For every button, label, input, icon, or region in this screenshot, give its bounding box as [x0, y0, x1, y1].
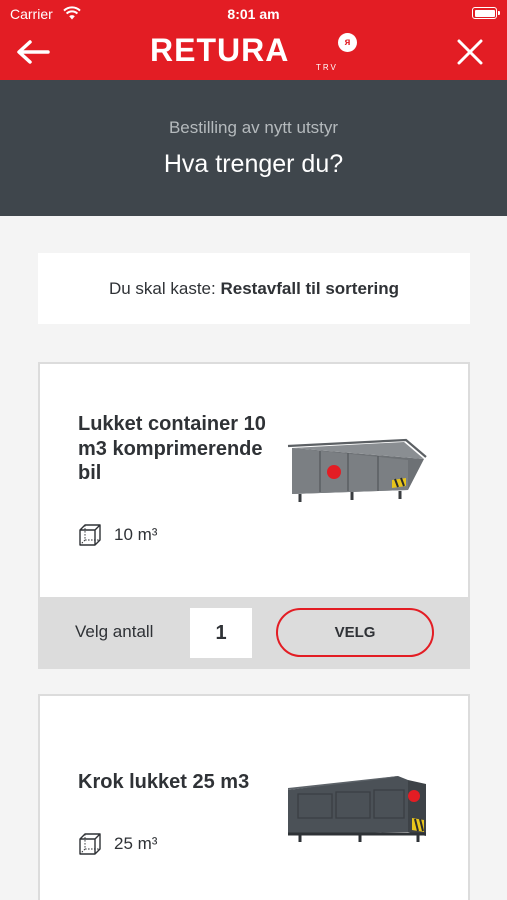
- page-subtitle: Bestilling av nytt utstyr: [168, 118, 339, 137]
- product-card: Lukket container 10 m3 komprimerende bil…: [38, 362, 470, 669]
- product-card: Krok lukket 25 m3 25 m³: [38, 694, 470, 900]
- back-button[interactable]: [14, 36, 52, 68]
- quantity-input[interactable]: [190, 608, 252, 658]
- waste-type-box: Du skal kaste: Restavfall til sortering: [38, 253, 470, 324]
- cube-icon: [79, 524, 101, 546]
- waste-type-label: Du skal kaste:: [108, 279, 216, 298]
- close-button[interactable]: [452, 34, 488, 70]
- waste-type-value: Restavfall til sortering: [220, 279, 400, 298]
- battery-icon: [472, 7, 500, 19]
- product-name: Krok lukket 25 m3: [78, 771, 250, 793]
- logo-wordmark: RETURA: [150, 32, 290, 68]
- product-name: Lukket container 10 m3 komprimerende bil: [78, 413, 266, 484]
- page-title: Hva trenger du?: [163, 150, 344, 178]
- quantity-bar: Velg antall VELG: [40, 597, 468, 667]
- status-bar: Carrier 8:01 am: [0, 0, 507, 28]
- page-header: [0, 80, 507, 216]
- arrow-left-icon: [17, 40, 50, 64]
- hook-container-image: [288, 776, 426, 842]
- app-top-bar: Carrier 8:01 am RETURA ᴙ TRV: [0, 0, 507, 80]
- close-icon: [457, 39, 483, 65]
- closed-container-image: [287, 438, 427, 502]
- cube-icon: [79, 833, 101, 855]
- logo-badge: ᴙ: [338, 33, 357, 52]
- product-volume: 10 m³: [78, 523, 157, 547]
- logo-subtitle: TRV: [316, 63, 338, 72]
- select-button[interactable]: VELG: [276, 608, 434, 657]
- clock: 8:01 am: [227, 6, 280, 22]
- quantity-label: Velg antall: [75, 622, 154, 641]
- retura-logo: RETURA ᴙ TRV: [150, 32, 360, 72]
- product-volume: 25 m³: [78, 832, 157, 856]
- product-volume-value: 25 m³: [114, 834, 158, 853]
- product-volume-value: 10 m³: [114, 525, 158, 544]
